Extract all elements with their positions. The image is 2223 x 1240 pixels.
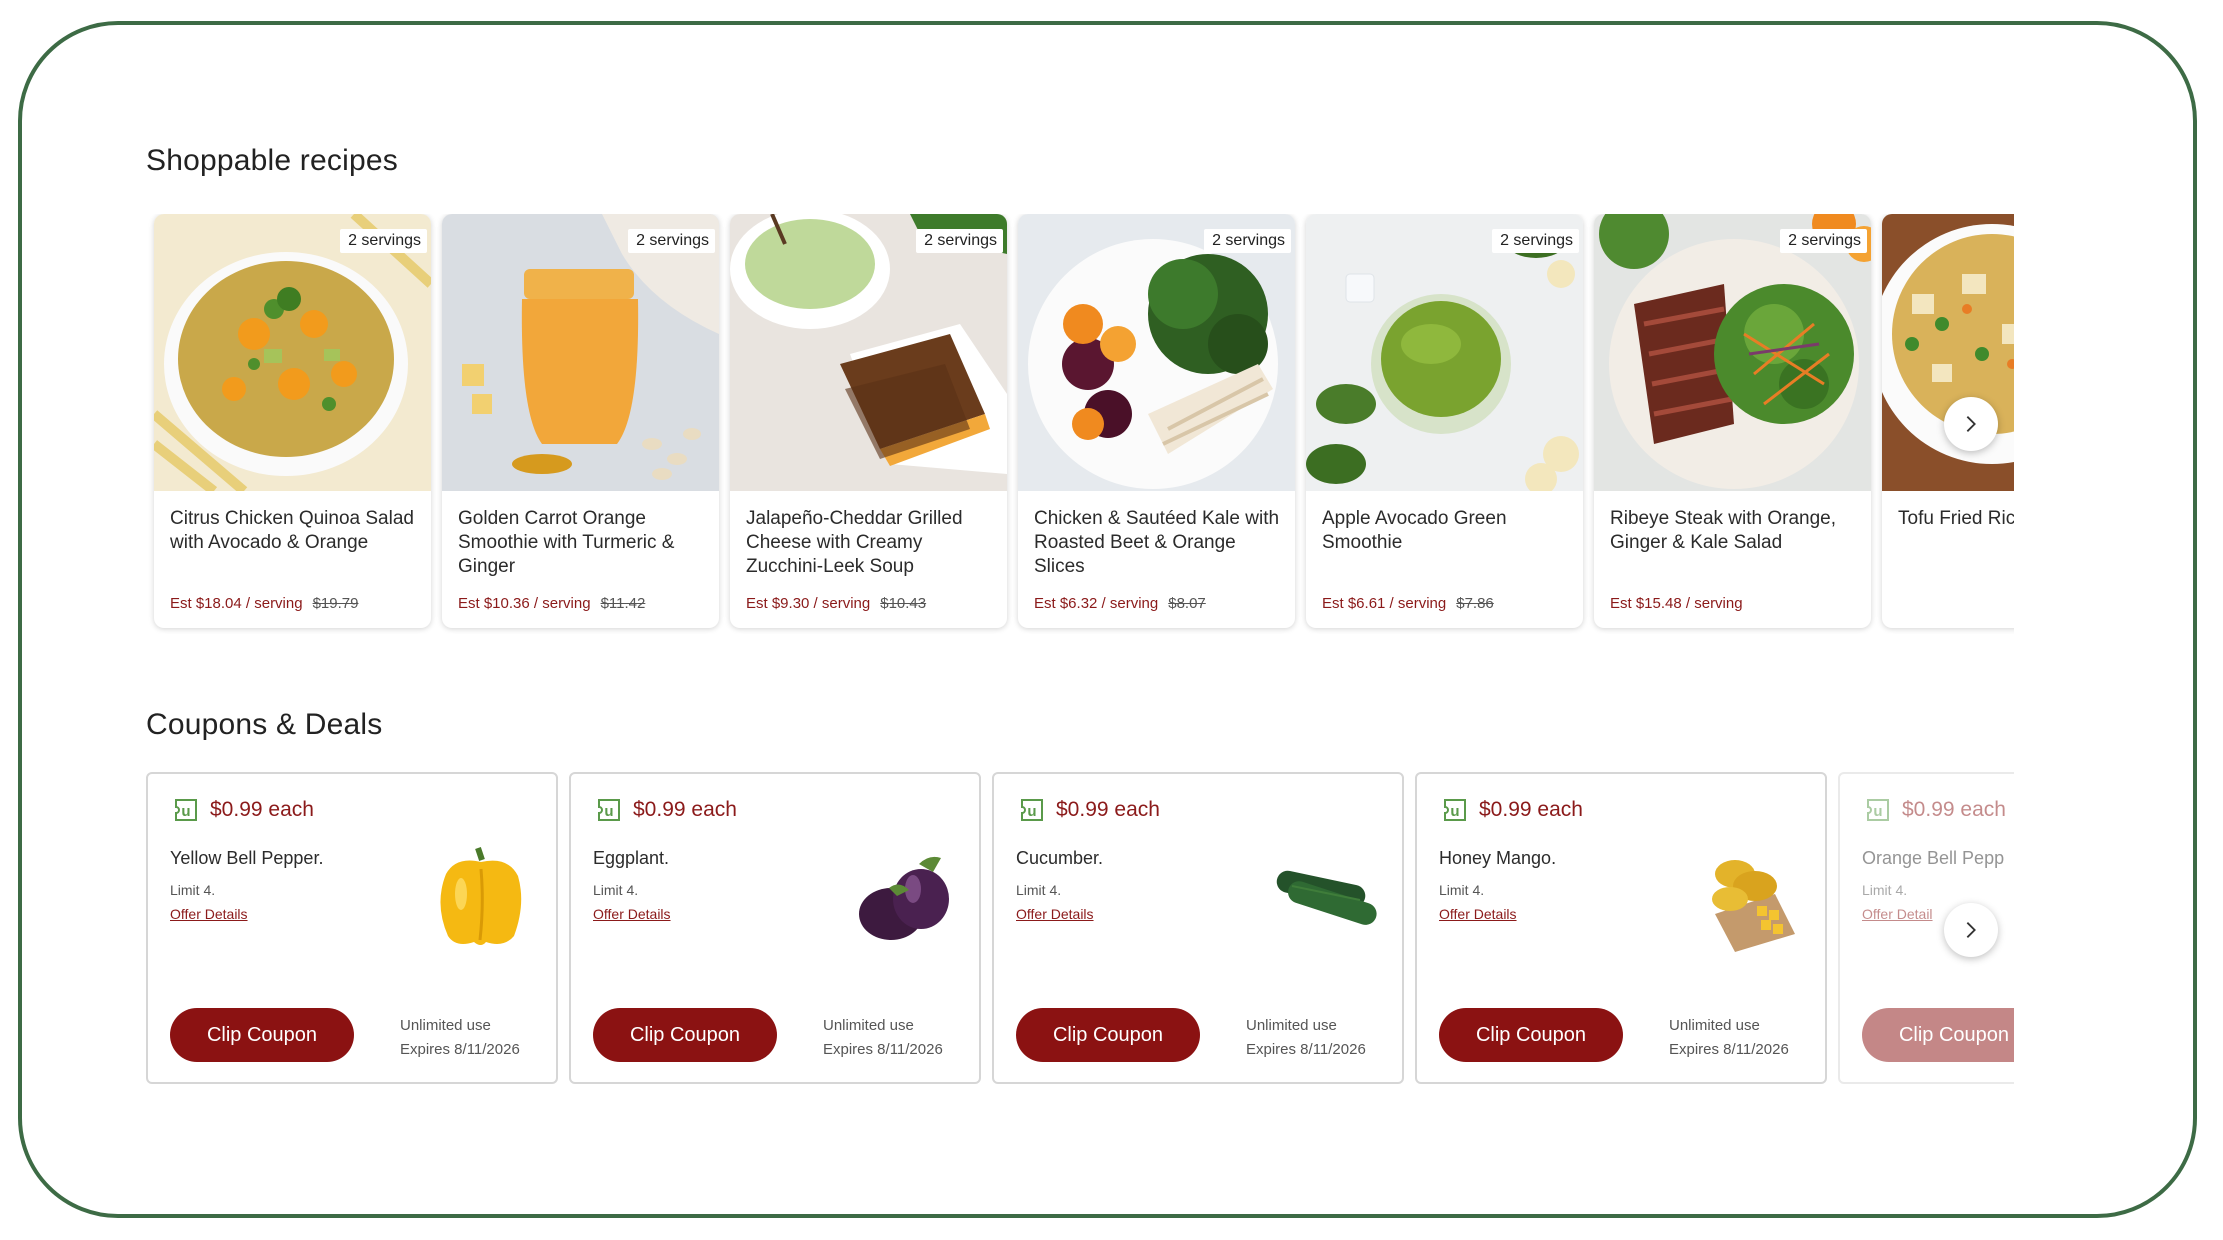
- coupon-expires: Expires 8/11/2026: [1246, 1041, 1366, 1058]
- recipe-name[interactable]: Jalapeño-Cheddar Grilled Cheese with Cre…: [746, 507, 995, 579]
- yellow-bell-pepper-image: [440, 847, 522, 945]
- svg-text:u: u: [604, 803, 613, 820]
- offer-details-link[interactable]: Offer Details: [1439, 906, 1517, 922]
- recipe-card[interactable]: 2 servings Apple Avocado Green Smoothie …: [1306, 214, 1583, 628]
- recipes-next-button[interactable]: [1944, 397, 1998, 451]
- recipe-card[interactable]: 2 servings Chicken & Sautéed Kale with R…: [1018, 214, 1295, 628]
- recipe-image-orange-smoothie: 2 servings: [442, 214, 719, 491]
- recipes-section-title: Shoppable recipes: [146, 144, 398, 177]
- u-coupon-icon: u: [175, 799, 197, 821]
- offer-details-link[interactable]: Offer Details: [170, 906, 248, 922]
- coupon-limit: Limit 4.: [170, 882, 216, 898]
- servings-badge: 2 servings: [628, 229, 715, 253]
- coupons-next-button[interactable]: [1944, 903, 1998, 957]
- recipe-price: Est $18.04 / serving: [170, 595, 303, 612]
- coupon-expires: Expires 8/11/2026: [400, 1041, 520, 1058]
- recipe-price: Est $15.48 / serving: [1610, 595, 1743, 612]
- chevron-right-icon: [1966, 922, 1976, 938]
- coupon-limit: Limit 4.: [1862, 882, 1908, 898]
- offer-details-link[interactable]: Offer Details: [593, 906, 671, 922]
- coupon-card: u $0.99 each Yellow Bell Pepper. Limit 4…: [146, 772, 558, 1084]
- coupon-limit: Limit 4.: [593, 882, 639, 898]
- coupon-limit: Limit 4.: [1439, 882, 1485, 898]
- recipe-image-quinoa-salad: 2 servings: [154, 214, 431, 491]
- recipe-name[interactable]: Golden Carrot Orange Smoothie with Turme…: [458, 507, 707, 579]
- clip-coupon-button[interactable]: Clip Coupon: [1016, 1008, 1200, 1062]
- svg-text:u: u: [1450, 803, 1459, 820]
- coupon-item-name: Yellow Bell Pepper.: [170, 848, 324, 868]
- recipe-original-price: $11.42: [600, 595, 646, 612]
- recipe-price: Est $6.61 / serving: [1322, 595, 1447, 612]
- coupon-card: u $0.99 each Honey Mango. Limit 4. Offer…: [1415, 772, 1827, 1084]
- offer-details-link[interactable]: Offer Detail: [1862, 906, 1933, 922]
- recipe-image-green-smoothie: 2 servings: [1306, 214, 1583, 491]
- coupon-price: $0.99 each: [1479, 798, 1583, 821]
- cucumber-image: [1276, 870, 1377, 925]
- recipe-image-fried-rice: [1882, 214, 2014, 491]
- recipe-image-grilled-cheese: 2 servings: [730, 214, 1007, 491]
- servings-badge: 2 servings: [1780, 229, 1867, 253]
- coupon-use: Unlimited use: [400, 1017, 491, 1034]
- recipe-original-price: $19.79: [312, 595, 359, 612]
- coupon-expires: Expires 8/11/2026: [1669, 1041, 1789, 1058]
- recipe-card[interactable]: 2 servings Golden Carrot Orange Smoothie…: [442, 214, 719, 628]
- recipe-image-steak-salad: 2 servings: [1594, 214, 1871, 491]
- recipe-price: Est $10.36 / serving: [458, 595, 591, 612]
- recipe-card[interactable]: 2 servings Citrus Chicken Quinoa Salad w…: [154, 214, 431, 628]
- coupon-item-name: Honey Mango.: [1439, 848, 1557, 868]
- eggplant-image: [859, 856, 949, 940]
- svg-text:u: u: [1027, 803, 1036, 820]
- recipe-name[interactable]: Tofu Fried Rice & Peas: [1898, 507, 2014, 531]
- svg-text:u: u: [181, 803, 190, 820]
- coupon-price: $0.99 each: [1056, 798, 1160, 821]
- servings-badge: 2 servings: [1204, 229, 1291, 253]
- coupon-item-name: Cucumber.: [1016, 848, 1104, 868]
- u-coupon-icon: u: [1867, 799, 1889, 821]
- recipe-card[interactable]: 2 servings Ribeye Steak with Orange, Gin…: [1594, 214, 1871, 628]
- coupon-price: $0.99 each: [633, 798, 737, 821]
- coupon-use: Unlimited use: [1669, 1017, 1760, 1034]
- coupon-card: u $0.99 each Cucumber. Limit 4. Offer De…: [992, 772, 1404, 1084]
- recipe-price: Est $6.32 / serving: [1034, 595, 1159, 612]
- u-coupon-icon: u: [1444, 799, 1466, 821]
- servings-badge: 2 servings: [916, 229, 1003, 253]
- coupon-price: $0.99 each: [210, 798, 314, 821]
- coupon-use: Unlimited use: [823, 1017, 914, 1034]
- recipe-original-price: $7.86: [1456, 595, 1494, 612]
- coupon-expires: Expires 8/11/2026: [823, 1041, 943, 1058]
- recipe-name[interactable]: Citrus Chicken Quinoa Salad with Avocado…: [170, 507, 419, 555]
- clip-coupon-button[interactable]: Clip Coupon: [1862, 1008, 2014, 1062]
- servings-badge: 2 servings: [340, 229, 427, 253]
- recipe-name[interactable]: Apple Avocado Green Smoothie: [1322, 507, 1571, 555]
- u-coupon-icon: u: [1021, 799, 1043, 821]
- coupon-price: $0.99 each: [1902, 798, 2006, 821]
- servings-badge: 2 servings: [1492, 229, 1579, 253]
- recipe-price: Est $9.30 / serving: [746, 595, 871, 612]
- coupon-limit: Limit 4.: [1016, 882, 1062, 898]
- recipe-name[interactable]: Chicken & Sautéed Kale with Roasted Beet…: [1034, 507, 1283, 579]
- u-coupon-icon: u: [598, 799, 620, 821]
- clip-coupon-button[interactable]: Clip Coupon: [593, 1008, 777, 1062]
- chevron-right-icon: [1966, 416, 1976, 432]
- recipes-carousel: 2 servings Citrus Chicken Quinoa Salad w…: [146, 214, 2014, 634]
- honey-mango-image: [1712, 860, 1795, 952]
- offer-details-link[interactable]: Offer Details: [1016, 906, 1094, 922]
- recipe-card[interactable]: 2 servings Jalapeño-Cheddar Grilled Chee…: [730, 214, 1007, 628]
- coupon-item-name: Orange Bell Pepp: [1862, 848, 2005, 868]
- coupon-item-name: Eggplant.: [593, 848, 670, 868]
- coupon-card: u $0.99 each Eggplant. Limit 4. Offer De…: [569, 772, 981, 1084]
- clip-coupon-button[interactable]: Clip Coupon: [1439, 1008, 1623, 1062]
- recipe-image-chicken-kale: 2 servings: [1018, 214, 1295, 491]
- coupons-carousel: u $0.99 each Yellow Bell Pepper. Limit 4…: [146, 772, 2014, 1088]
- coupon-use: Unlimited use: [1246, 1017, 1337, 1034]
- recipe-original-price: $8.07: [1168, 595, 1206, 612]
- clip-coupon-button[interactable]: Clip Coupon: [170, 1008, 354, 1062]
- svg-text:u: u: [1873, 803, 1882, 820]
- recipe-original-price: $10.43: [880, 595, 927, 612]
- coupons-section-title: Coupons & Deals: [146, 708, 383, 741]
- recipe-name[interactable]: Ribeye Steak with Orange, Ginger & Kale …: [1610, 507, 1859, 555]
